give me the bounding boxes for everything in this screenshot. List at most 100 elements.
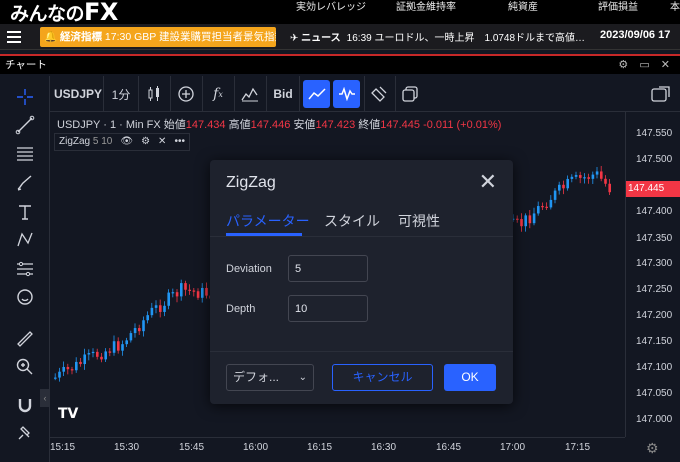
- indicator-params: 5 10: [92, 136, 113, 147]
- time-tick: 17:15: [565, 442, 591, 453]
- clear-drawings-icon[interactable]: [367, 80, 391, 108]
- low-label: 安値: [293, 119, 316, 131]
- time-tick: 16:45: [436, 442, 462, 453]
- more-icon[interactable]: •••: [174, 134, 185, 150]
- candle-body: [579, 175, 582, 178]
- settings-icon[interactable]: ⚙: [141, 134, 150, 150]
- chart-analysis-icon[interactable]: [238, 80, 262, 108]
- defaults-dropdown[interactable]: デフォ... ⌄: [226, 364, 314, 391]
- magnet-icon[interactable]: [14, 394, 36, 416]
- zigzag-toggle-icon[interactable]: [333, 80, 360, 108]
- news-bar: 🔔 経済指標 17:30 GBP 建設業購買担当者景気指数… ✈ ニュース16:…: [0, 24, 680, 50]
- candle-body: [600, 171, 603, 179]
- candle-body: [159, 305, 162, 312]
- candlestick-icon[interactable]: [142, 80, 166, 108]
- screenshot-icon[interactable]: [648, 80, 674, 108]
- candle-body: [104, 351, 107, 360]
- price-tick: 147.050: [636, 388, 673, 399]
- candle-body: [604, 178, 607, 184]
- deviation-label: Deviation: [226, 263, 272, 275]
- candle-body: [570, 176, 574, 179]
- fib-retracement-icon[interactable]: [14, 143, 36, 165]
- zoom-in-icon[interactable]: [14, 356, 36, 378]
- auto-trend-icon[interactable]: [303, 80, 330, 108]
- time-tick: 16:00: [243, 442, 269, 453]
- candle-body: [192, 290, 196, 292]
- price-tick: 147.150: [636, 336, 673, 347]
- price-tick: 147.400: [636, 206, 673, 217]
- current-price-tag: 147.445: [626, 181, 680, 197]
- price-tick: 147.300: [636, 258, 673, 269]
- trendline-icon[interactable]: [14, 114, 36, 136]
- news-ticker[interactable]: ✈ ニュース 16:39 ユーロドル、一時上昇 1.0748ドルまで高値…: [290, 29, 585, 44]
- tradingview-logo-icon: TV: [58, 406, 79, 422]
- time-axis[interactable]: 15:15 15:30 15:45 16:00 16:15 16:30 16:4…: [50, 437, 625, 462]
- candle-body: [545, 206, 548, 208]
- add-compare-icon[interactable]: [174, 80, 198, 108]
- deviation-input[interactable]: [288, 255, 368, 282]
- brand-logo[interactable]: みんなのFX: [0, 0, 230, 26]
- leverage-label: 実効レバレッジ: [296, 2, 366, 13]
- open-value: 147.434: [185, 119, 226, 131]
- brush-icon[interactable]: [14, 172, 36, 194]
- economic-indicator-ticker[interactable]: 🔔 経済指標 17:30 GBP 建設業購買担当者景気指数…: [40, 27, 276, 47]
- price-axis[interactable]: 147.550 147.500 147.400 147.350 147.300 …: [625, 112, 680, 437]
- candle-body: [541, 206, 544, 208]
- hamburger-menu-icon[interactable]: [0, 24, 28, 50]
- candle-body: [117, 341, 120, 351]
- tab-visibility[interactable]: 可視性: [398, 211, 440, 231]
- candle-body: [108, 351, 112, 353]
- candle-body: [133, 328, 137, 334]
- candle-body: [121, 344, 124, 351]
- cancel-button[interactable]: キャンセル: [332, 364, 433, 391]
- high-label: 高値: [228, 119, 251, 131]
- prediction-icon[interactable]: [14, 258, 36, 280]
- ohlc-legend: USDJPY · 1 · Min FX 始値147.434 高値147.446 …: [57, 116, 501, 132]
- time-tick: 15:30: [114, 442, 140, 453]
- tab-parameters[interactable]: パラメーター: [226, 211, 310, 231]
- ok-button[interactable]: OK: [444, 364, 496, 391]
- unrealized-pl-label: 評価損益: [598, 2, 638, 13]
- candle-body: [574, 175, 578, 177]
- high-value: 147.446: [250, 119, 291, 131]
- low-value: 147.423: [315, 119, 356, 131]
- zigzag-settings-dialog: ZigZag ✕ パラメーター スタイル 可視性 Deviation Depth…: [210, 160, 513, 404]
- margin-ratio-label: 証拠金維持率: [396, 2, 456, 13]
- price-tick: 147.000: [636, 414, 673, 425]
- candle-body: [146, 315, 149, 321]
- indicator-legend[interactable]: ZigZag 5 10 👁 ⚙ ✕ •••: [54, 133, 190, 151]
- text-tool-icon[interactable]: [14, 201, 36, 223]
- price-type-selector[interactable]: Bid: [270, 80, 296, 108]
- depth-input[interactable]: [288, 295, 368, 322]
- candle-body: [549, 199, 553, 208]
- candle-body: [87, 353, 91, 355]
- eye-icon[interactable]: 👁: [120, 134, 133, 150]
- indicators-icon[interactable]: fx: [206, 80, 230, 108]
- chart-settings-icon[interactable]: ⚙: [646, 440, 659, 457]
- price-tick: 147.500: [636, 154, 673, 165]
- candle-body: [125, 340, 128, 345]
- remove-icon[interactable]: ✕: [158, 134, 166, 150]
- pattern-icon[interactable]: [14, 229, 36, 251]
- close-label: 終値: [358, 119, 381, 131]
- candle-body: [196, 291, 200, 298]
- lock-drawing-icon[interactable]: [14, 422, 36, 444]
- candle-body: [79, 361, 82, 365]
- ruler-icon[interactable]: [14, 328, 36, 350]
- change-value: -0.011 (+0.01%): [423, 119, 502, 131]
- interval-selector[interactable]: 1分: [108, 80, 134, 108]
- price-tick: 147.550: [636, 128, 673, 139]
- crosshair-icon[interactable]: [14, 86, 36, 108]
- emoji-icon[interactable]: [14, 286, 36, 308]
- candle-body: [58, 371, 61, 378]
- panel-controls[interactable]: ⚙ ▭ ✕: [618, 56, 674, 74]
- tab-style[interactable]: スタイル: [324, 211, 380, 231]
- candle-body: [163, 305, 166, 312]
- symbol-selector[interactable]: USDJPY: [54, 80, 102, 108]
- candle-body: [75, 361, 78, 371]
- collapse-toolbar-button[interactable]: ‹: [40, 389, 50, 407]
- close-icon[interactable]: ✕: [479, 171, 497, 193]
- candle-body: [205, 287, 208, 296]
- candle-body: [100, 356, 103, 360]
- duplicate-layout-icon[interactable]: [398, 80, 422, 108]
